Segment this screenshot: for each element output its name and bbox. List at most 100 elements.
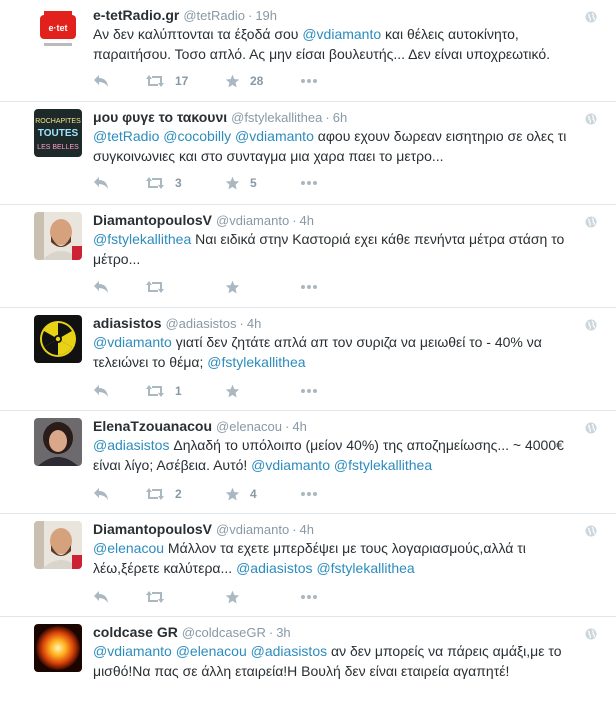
tweet[interactable]: e·tet e-tetRadio.gr @tetRadio · 19h Αν δεν κα… bbox=[0, 0, 616, 102]
favorite-count: 5 bbox=[250, 176, 257, 190]
tweet-timestamp[interactable]: 3h bbox=[276, 625, 290, 640]
avatar[interactable]: ROCHAPITES TOUTES LES BELLES bbox=[34, 109, 82, 157]
reply-button[interactable] bbox=[93, 484, 109, 504]
retweet-button[interactable]: 17 bbox=[145, 71, 188, 91]
retweet-button[interactable]: 2 bbox=[145, 484, 182, 504]
avatar[interactable] bbox=[34, 521, 82, 569]
mention-link[interactable]: @adiasistos bbox=[236, 560, 312, 576]
tweet[interactable]: DiamantopoulosV @vdiamanto · 4h @elenacou Μά… bbox=[0, 514, 616, 617]
mention-link[interactable]: @tetRadio bbox=[93, 128, 159, 144]
globe-icon bbox=[585, 10, 597, 23]
more-icon bbox=[300, 180, 318, 186]
more-button[interactable] bbox=[300, 381, 318, 401]
mention-link[interactable]: @vdiamanto bbox=[93, 334, 172, 350]
mention-link[interactable]: @fstylekallithea bbox=[316, 560, 414, 576]
tweet-timestamp[interactable]: 19h bbox=[255, 8, 277, 23]
user-fullname[interactable]: DiamantopoulosV bbox=[93, 212, 212, 228]
mention-link[interactable]: @fstylekallithea bbox=[207, 354, 305, 370]
reply-button[interactable] bbox=[93, 381, 109, 401]
favorite-button[interactable]: 5 bbox=[225, 173, 257, 193]
globe-icon bbox=[585, 421, 597, 434]
globe-icon bbox=[585, 627, 597, 640]
reply-icon bbox=[93, 74, 109, 88]
mention-link[interactable]: @fstylekallithea bbox=[334, 457, 432, 473]
user-screenname[interactable]: @tetRadio bbox=[183, 8, 245, 23]
mention-link[interactable]: @elenacou bbox=[93, 540, 164, 556]
mention-link[interactable]: @adiasistos bbox=[93, 437, 169, 453]
more-button[interactable] bbox=[300, 484, 318, 504]
user-fullname[interactable]: e-tetRadio.gr bbox=[93, 7, 179, 23]
more-button[interactable] bbox=[300, 71, 318, 91]
retweet-button[interactable] bbox=[145, 277, 175, 297]
avatar[interactable] bbox=[34, 624, 82, 672]
tweet-header: DiamantopoulosV @vdiamanto · 4h bbox=[93, 211, 576, 230]
globe-icon bbox=[585, 524, 597, 537]
more-button[interactable] bbox=[300, 277, 318, 297]
tweet-timestamp[interactable]: 4h bbox=[300, 213, 314, 228]
user-fullname[interactable]: μου φυγε το τακουνι bbox=[93, 109, 227, 125]
avatar[interactable]: e·tet bbox=[34, 7, 82, 55]
user-fullname[interactable]: adiasistos bbox=[93, 315, 161, 331]
separator-dot: · bbox=[239, 316, 244, 331]
tweet-timestamp[interactable]: 4h bbox=[292, 419, 306, 434]
tweet-text: @fstylekallithea Ναι ειδικά στην Καστορι… bbox=[93, 229, 593, 269]
favorite-button[interactable]: 28 bbox=[225, 71, 263, 91]
user-fullname[interactable]: DiamantopoulosV bbox=[93, 521, 212, 537]
mention-link[interactable]: @vdiamanto bbox=[251, 457, 330, 473]
retweet-button[interactable]: 1 bbox=[145, 381, 182, 401]
avatar[interactable] bbox=[34, 212, 82, 260]
mention-link[interactable]: @vdiamanto bbox=[93, 643, 172, 659]
mention-link[interactable]: @adiasistos bbox=[251, 643, 327, 659]
user-fullname[interactable]: coldcase GR bbox=[93, 624, 178, 640]
tweet-header: DiamantopoulosV @vdiamanto · 4h bbox=[93, 520, 576, 539]
more-button[interactable] bbox=[300, 587, 318, 607]
tweet-timestamp[interactable]: 6h bbox=[333, 110, 347, 125]
reply-button[interactable] bbox=[93, 587, 109, 607]
user-screenname[interactable]: @vdiamanto bbox=[216, 213, 289, 228]
mention-link[interactable]: @vdiamanto bbox=[302, 26, 381, 42]
tweet[interactable]: DiamantopoulosV @vdiamanto · 4h @fstylekalli… bbox=[0, 205, 616, 308]
retweet-icon bbox=[145, 384, 165, 398]
reply-icon bbox=[93, 487, 109, 501]
tweet-header: e-tetRadio.gr @tetRadio · 19h bbox=[93, 6, 576, 25]
favorite-button[interactable] bbox=[225, 277, 250, 297]
avatar[interactable] bbox=[34, 315, 82, 363]
user-screenname[interactable]: @fstylekallithea bbox=[231, 110, 322, 125]
user-fullname[interactable]: ElenaTzouanacou bbox=[93, 418, 212, 434]
mention-link[interactable]: @fstylekallithea bbox=[93, 231, 191, 247]
tweet-text: @vdiamanto γιατί δεν ζητάτε απλά απ τον … bbox=[93, 332, 593, 372]
favorite-button[interactable]: 4 bbox=[225, 484, 257, 504]
tweet-actions: 1 bbox=[93, 381, 353, 401]
mention-link[interactable]: @cocobilly bbox=[163, 128, 231, 144]
favorite-button[interactable] bbox=[225, 381, 250, 401]
mention-link[interactable]: @vdiamanto bbox=[235, 128, 314, 144]
svg-text:LES BELLES: LES BELLES bbox=[37, 144, 79, 151]
globe-icon bbox=[585, 112, 597, 125]
reply-button[interactable] bbox=[93, 173, 109, 193]
favorite-icon bbox=[225, 384, 240, 398]
tweet-actions: 17 28 bbox=[93, 71, 353, 91]
reply-button[interactable] bbox=[93, 277, 109, 297]
tweet[interactable]: ElenaTzouanacou @elenacou · 4h @adiasistos Δ… bbox=[0, 411, 616, 514]
user-screenname[interactable]: @adiasistos bbox=[165, 316, 236, 331]
reply-button[interactable] bbox=[93, 71, 109, 91]
more-icon bbox=[300, 491, 318, 497]
tweet-header: coldcase GR @coldcaseGR · 3h bbox=[93, 623, 576, 642]
user-screenname[interactable]: @coldcaseGR bbox=[182, 625, 266, 640]
retweet-button[interactable] bbox=[145, 587, 175, 607]
tweet-actions: 24 bbox=[93, 484, 353, 504]
retweet-icon bbox=[145, 487, 165, 501]
tweet-timestamp[interactable]: 4h bbox=[247, 316, 261, 331]
user-screenname[interactable]: @elenacou bbox=[216, 419, 282, 434]
separator-dot: · bbox=[292, 522, 297, 537]
retweet-button[interactable]: 3 bbox=[145, 173, 182, 193]
more-button[interactable] bbox=[300, 173, 318, 193]
mention-link[interactable]: @elenacou bbox=[176, 643, 247, 659]
user-screenname[interactable]: @vdiamanto bbox=[216, 522, 289, 537]
favorite-button[interactable] bbox=[225, 587, 250, 607]
avatar[interactable] bbox=[34, 418, 82, 466]
tweet[interactable]: coldcase GR @coldcaseGR · 3h @vdiamanto @ele… bbox=[0, 617, 616, 719]
tweet[interactable]: ROCHAPITES TOUTES LES BELLES μου φυγε το τα… bbox=[0, 102, 616, 205]
tweet-timestamp[interactable]: 4h bbox=[300, 522, 314, 537]
tweet[interactable]: adiasistos @adiasistos · 4h @vdiamanto γιατί… bbox=[0, 308, 616, 411]
